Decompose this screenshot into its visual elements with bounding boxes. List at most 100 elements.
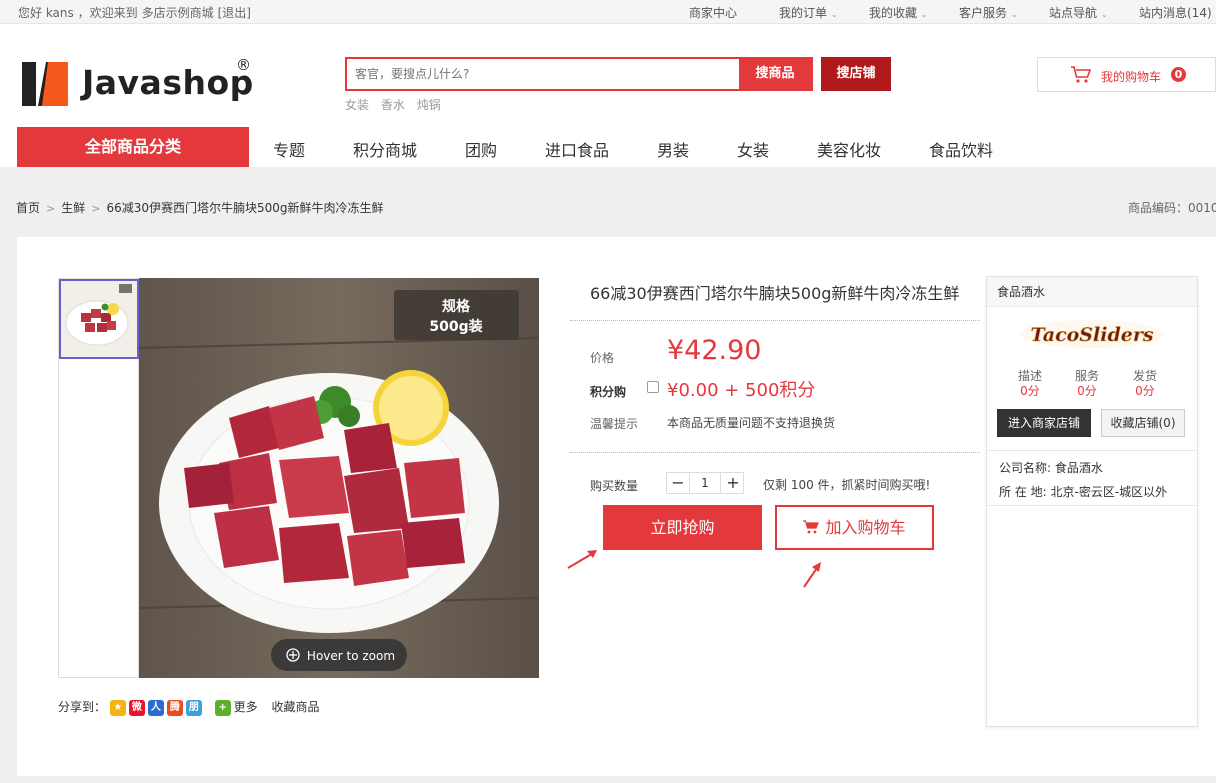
tip-label: 温馨提示 (590, 417, 639, 431)
site-nav-label: 站点导航 (1049, 6, 1098, 20)
chevron-down-icon: ⌄ (921, 10, 928, 19)
pengyou-icon[interactable]: 朋 (185, 699, 202, 716)
welcome-area: 您好 kans ，欢迎来到 多店示例商城 [退出] (18, 4, 255, 21)
nav-item[interactable]: 美容化妆 (817, 137, 881, 161)
buy-now-button[interactable]: 立即抢购 (603, 505, 762, 550)
zoom-hint: Hover to zoom (307, 649, 395, 663)
divider (570, 452, 980, 453)
favorite-store-button[interactable]: 收藏店铺(0) (1101, 409, 1185, 437)
weibo-icon[interactable]: 微 (128, 699, 145, 716)
shopping-cart-icon (1071, 66, 1092, 83)
customer-service-label: 客户服务 (959, 6, 1008, 20)
enter-store-button[interactable]: 进入商家店铺 (997, 409, 1091, 437)
spec-badge-title: 规格 (442, 298, 471, 315)
product-title: 66减30伊赛西门塔尔牛腩块500g新鲜牛肉冷冻生鲜 (590, 284, 960, 303)
chevron-down-icon: ⌄ (1101, 10, 1108, 19)
quantity-label: 购买数量 (590, 479, 639, 493)
my-orders-menu[interactable]: 我的订单 ⌄ (779, 4, 838, 21)
share-more-link[interactable]: 更多 (234, 700, 258, 714)
location-label: 所 在 地: (999, 485, 1047, 499)
breadcrumb-category[interactable]: 生鲜 (61, 201, 85, 215)
nav-item[interactable]: 团购 (465, 137, 497, 161)
score-value: 0分 (1135, 384, 1155, 398)
my-orders-label: 我的订单 (779, 6, 828, 20)
breadcrumb-home[interactable]: 首页 (16, 201, 40, 215)
chevron-right-icon: > (91, 202, 101, 215)
share-bar: 分享到： ★ 微人腾朋 + 更多 收藏商品 (58, 698, 320, 716)
add-to-cart-label: 加入购物车 (825, 518, 906, 537)
logo-text: Javashop (82, 63, 254, 102)
beef-thumbnail-image (61, 281, 137, 357)
search-input[interactable] (347, 59, 742, 89)
renren-icon[interactable]: 人 (147, 699, 164, 716)
plus-icon[interactable]: + (214, 699, 231, 716)
hot-keyword[interactable]: 女装 (345, 98, 369, 112)
store-logo-text: TacoSliders (1030, 324, 1153, 346)
divider (987, 505, 1197, 506)
points-price: ¥0.00 + 500积分 (667, 380, 816, 401)
nav-item[interactable]: 积分商城 (353, 137, 417, 161)
my-favorites-menu[interactable]: 我的收藏 ⌄ (869, 4, 928, 21)
messages-label: 站内消息(14) (1139, 6, 1212, 20)
location-value: 北京-密云区-城区以外 (1050, 485, 1168, 499)
collect-goods-link[interactable]: 收藏商品 (272, 700, 320, 714)
chevron-down-icon: ⌄ (1011, 10, 1018, 19)
my-favorites-label: 我的收藏 (869, 6, 918, 20)
site-nav-menu[interactable]: 站点导航 ⌄ (1049, 4, 1108, 21)
annotation-arrow-icon (567, 550, 597, 569)
nav-item[interactable]: 专题 (273, 137, 305, 161)
merchant-center-label: 商家中心 (689, 6, 738, 20)
registered-mark: ® (236, 56, 251, 74)
qzone-icon[interactable]: ★ (109, 699, 126, 716)
product-main-image[interactable]: 规格 500g装 Hover to zoom (139, 278, 539, 678)
nav-item[interactable]: 男装 (657, 137, 689, 161)
site-logo[interactable]: Javashop ® (22, 56, 282, 110)
store-name: 食品酒水 (987, 277, 1197, 307)
quantity-value[interactable]: 1 (689, 473, 721, 493)
merchant-center-link[interactable]: 商家中心 (689, 4, 737, 21)
shopping-cart-icon (803, 520, 820, 534)
search-bar: 搜商品 (345, 57, 813, 91)
my-cart-button[interactable]: 我的购物车 0 (1037, 57, 1216, 92)
nav-item[interactable]: 进口食品 (545, 137, 609, 161)
store-logo[interactable]: TacoSliders (1017, 313, 1167, 355)
mall-link[interactable]: 多店示例商城 (142, 6, 214, 20)
quantity-stepper: − 1 + (666, 472, 744, 494)
company-label: 公司名称: (999, 461, 1052, 475)
location-row: 所 在 地: 北京-密云区-城区以外 (999, 483, 1167, 500)
store-logo-image: TacoSliders (1020, 320, 1164, 348)
all-categories-button[interactable]: 全部商品分类 (17, 127, 249, 167)
nav-item[interactable]: 食品饮料 (929, 137, 993, 161)
points-buy-label: 积分购 (590, 385, 627, 399)
spec-badge-value: 500g装 (429, 318, 483, 335)
divider (987, 450, 1197, 451)
tencent-weibo-icon[interactable]: 腾 (166, 699, 183, 716)
company-row: 公司名称: 食品酒水 (999, 459, 1103, 476)
cart-count-badge: 0 (1171, 67, 1186, 82)
score-value: 0分 (1077, 384, 1097, 398)
add-to-cart-button[interactable]: 加入购物车 (775, 505, 934, 550)
divider (570, 320, 980, 321)
hot-keyword[interactable]: 炖锅 (417, 98, 441, 112)
breadcrumb-product: 66减30伊赛西门塔尔牛腩块500g新鲜牛肉冷冻生鲜 (106, 201, 384, 215)
customer-service-menu[interactable]: 客户服务 ⌄ (959, 4, 1018, 21)
product-thumbnail[interactable] (59, 279, 139, 359)
top-bar: 您好 kans ，欢迎来到 多店示例商城 [退出] 商家中心 我的订单 ⌄ 我的收藏 ⌄… (0, 0, 1216, 24)
search-goods-button[interactable]: 搜商品 (739, 59, 811, 89)
logout-link[interactable]: [退出] (218, 6, 251, 20)
search-shop-button[interactable]: 搜店铺 (821, 57, 891, 91)
hot-keyword[interactable]: 香水 (381, 98, 405, 112)
points-buy-checkbox[interactable] (647, 381, 659, 393)
increase-button[interactable]: + (722, 473, 744, 493)
score-describe: 描述 0分 (1005, 369, 1055, 399)
javashop-logo-mark (22, 62, 68, 106)
decrease-button[interactable]: − (667, 473, 689, 493)
cart-label: 我的购物车 (1101, 70, 1162, 84)
nav-item[interactable]: 女装 (737, 137, 769, 161)
score-value: 0分 (1020, 384, 1040, 398)
product-code: 商品编码：0010 (1128, 201, 1216, 215)
messages-link[interactable]: 站内消息(14) (1139, 4, 1212, 21)
score-label: 发货 (1132, 369, 1157, 383)
chevron-right-icon: > (46, 202, 56, 215)
greeting-text: 您好 kans ，欢迎来到 (18, 6, 138, 20)
